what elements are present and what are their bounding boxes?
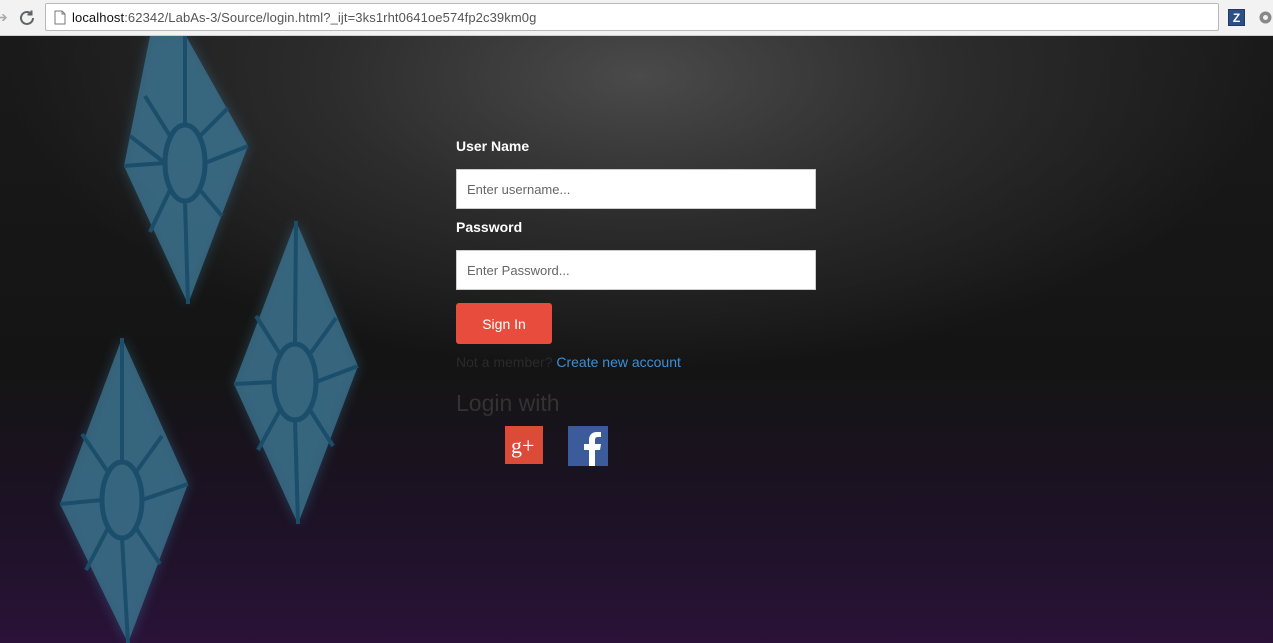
page-icon (54, 10, 66, 25)
gem-icon (59, 338, 189, 643)
not-member-text: Not a member? (456, 354, 553, 370)
login-with-heading: Login with (456, 390, 560, 416)
gem-icon (233, 220, 359, 525)
browser-toolbar: ➔ localhost:62342/LabAs-3/Source/login.h… (0, 0, 1273, 36)
google-plus-label: g+ (511, 433, 534, 458)
login-form: User Name Password Sign In Not a member?… (456, 136, 816, 466)
reload-icon[interactable] (16, 7, 38, 29)
facebook-icon[interactable] (568, 426, 608, 466)
gem-icon (123, 36, 249, 305)
username-input[interactable] (456, 169, 816, 209)
login-page: User Name Password Sign In Not a member?… (0, 36, 1273, 643)
back-arrow-icon[interactable]: ➔ (0, 8, 8, 26)
username-label: User Name (456, 138, 530, 154)
extension-z-icon[interactable]: Z (1228, 9, 1245, 26)
create-account-link[interactable]: Create new account (556, 354, 681, 370)
address-bar[interactable]: localhost:62342/LabAs-3/Source/login.htm… (45, 3, 1219, 31)
signup-prompt: Not a member? Create new account (456, 354, 681, 370)
extension-gear-icon[interactable] (1257, 9, 1273, 26)
url-text: localhost:62342/LabAs-3/Source/login.htm… (72, 10, 536, 25)
sign-in-button[interactable]: Sign In (456, 303, 552, 344)
gem-decoration (59, 36, 359, 643)
google-plus-glyph: g+ (511, 433, 534, 458)
password-input[interactable] (456, 250, 816, 290)
password-label: Password (456, 219, 523, 235)
url-host: localhost (72, 10, 125, 25)
google-plus-icon[interactable]: g+ (505, 426, 543, 464)
facebook-glyph (584, 432, 601, 466)
url-path: :62342/LabAs-3/Source/login.html?_ijt=3k… (124, 10, 537, 25)
